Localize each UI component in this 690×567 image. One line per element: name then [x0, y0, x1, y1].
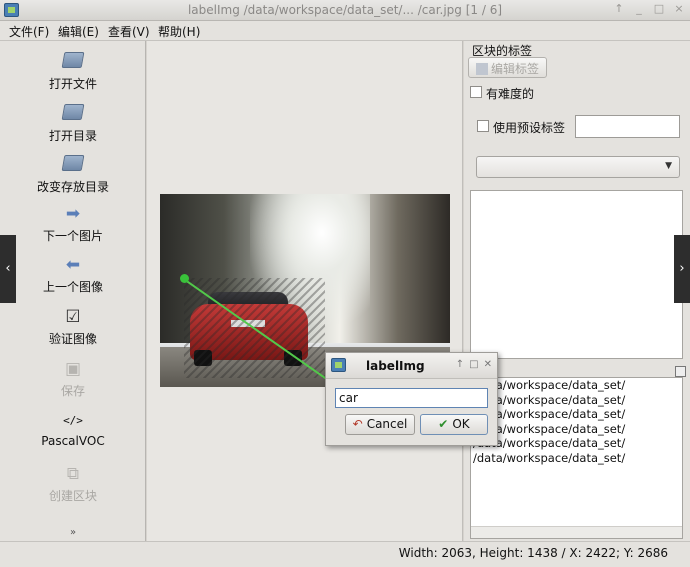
close-button[interactable]: ×: [672, 2, 686, 15]
dialog-ok-button[interactable]: ✔ OK: [420, 414, 488, 435]
open-file-icon: [61, 52, 85, 72]
open-dir-button[interactable]: 打开目录: [0, 102, 146, 144]
toolbar: 打开文件 打开目录 改变存放目录 ➡ 下一个图片 ⬅ 上一个图像 ☑ 验证图像 …: [0, 41, 146, 541]
file-list-item[interactable]: /data/workspace/data_set/: [471, 451, 682, 466]
file-list-item[interactable]: /data/workspace/data_set/: [471, 393, 682, 408]
difficult-checkbox[interactable]: [470, 86, 482, 98]
next-image-button[interactable]: ➡ 下一个图片: [0, 204, 146, 244]
label-combobox[interactable]: ▼: [476, 156, 680, 178]
create-box-label: 创建区块: [48, 489, 97, 503]
dialog-cancel-button[interactable]: ↶ Cancel: [345, 414, 415, 435]
menu-file[interactable]: 文件(F): [9, 23, 49, 40]
dialog-title-bar: labelImg ↑ □ ✕: [326, 353, 497, 379]
open-file-label: 打开文件: [48, 77, 97, 91]
right-nav-arrow[interactable]: ›: [674, 235, 690, 303]
label-list[interactable]: [470, 190, 683, 359]
format-pascalvoc-button[interactable]: </> PascalVOC: [0, 411, 146, 448]
maximize-button[interactable]: □: [652, 2, 666, 15]
save-button[interactable]: ▣ 保存: [0, 359, 146, 399]
status-bar: Width: 2063, Height: 1438 / X: 2422; Y: …: [0, 541, 690, 567]
cancel-icon: ↶: [352, 417, 363, 431]
dialog-keep-above-icon[interactable]: ↑: [456, 359, 464, 370]
chevron-down-icon: ▼: [665, 161, 672, 171]
create-box-button[interactable]: ⧉ 创建区块: [0, 464, 146, 504]
verify-image-button[interactable]: ☑ 验证图像: [0, 307, 146, 347]
file-list[interactable]: /data/workspace/data_set/ /data/workspac…: [470, 377, 683, 539]
menu-bar: 文件(F) 编辑(E) 查看(V) 帮助(H): [0, 21, 690, 41]
file-list-item[interactable]: /data/workspace/data_set/: [471, 436, 682, 451]
check-icon: ✔: [438, 417, 449, 431]
use-default-label-text: 使用预设标签: [493, 121, 566, 135]
create-box-icon: ⧉: [66, 464, 80, 484]
verify-image-label: 验证图像: [48, 332, 97, 346]
file-list-item[interactable]: /data/workspace/data_set/: [471, 422, 682, 437]
file-list-item[interactable]: /data/workspace/data_set/: [471, 378, 682, 393]
image-canvas[interactable]: [147, 41, 463, 541]
open-dir-label: 打开目录: [48, 129, 97, 143]
minimize-button[interactable]: _: [632, 2, 646, 15]
dialog-maximize-icon[interactable]: □: [469, 359, 478, 370]
dialog-label-input[interactable]: car: [335, 388, 488, 408]
dialog-close-icon[interactable]: ✕: [484, 359, 492, 370]
format-label: PascalVOC: [41, 434, 105, 448]
prev-image-button[interactable]: ⬅ 上一个图像: [0, 255, 146, 295]
menu-view[interactable]: 查看(V): [108, 23, 150, 40]
prev-image-label: 上一个图像: [42, 280, 103, 294]
change-save-dir-label: 改变存放目录: [36, 180, 109, 194]
next-image-icon: ➡: [65, 204, 81, 224]
prev-image-icon: ⬅: [65, 255, 81, 275]
open-file-button[interactable]: 打开文件: [0, 50, 146, 92]
menu-edit[interactable]: 编辑(E): [58, 23, 99, 40]
format-icon: </>: [63, 414, 83, 427]
image-size-coordinates: Width: 2063, Height: 1438 / X: 2422; Y: …: [398, 546, 668, 560]
edit-label-icon: [475, 63, 488, 75]
right-panel: 区块的标签 编辑标签 有难度的 使用预设标签 ▼ 列表 /data/worksp…: [464, 41, 690, 541]
box-corner-point[interactable]: [180, 274, 189, 283]
label-dialog: labelImg ↑ □ ✕ car ↶ Cancel ✔ OK: [325, 352, 498, 446]
toolbar-more-icon[interactable]: »: [0, 527, 146, 538]
keep-above-button[interactable]: ↑: [612, 2, 626, 15]
edit-label-button[interactable]: 编辑标签: [468, 57, 547, 78]
left-nav-arrow[interactable]: ‹: [0, 235, 16, 303]
default-label-input[interactable]: [575, 115, 680, 138]
window-title: labelImg /data/workspace/data_set/... /c…: [187, 3, 503, 17]
save-icon: ▣: [64, 359, 82, 379]
file-list-item[interactable]: /data/workspace/data_set/: [471, 407, 682, 422]
change-save-dir-icon: [61, 155, 85, 175]
open-dir-icon: [61, 104, 85, 124]
horizontal-scrollbar[interactable]: [471, 526, 682, 538]
difficult-label: 有难度的: [486, 87, 535, 101]
menu-help[interactable]: 帮助(H): [158, 23, 200, 40]
title-bar: labelImg /data/workspace/data_set/... /c…: [0, 0, 690, 21]
dialog-title: labelImg: [366, 359, 425, 373]
change-save-dir-button[interactable]: 改变存放目录: [0, 153, 146, 195]
undock-icon[interactable]: [675, 366, 686, 377]
verify-image-icon: ☑: [65, 307, 81, 327]
save-label: 保存: [60, 384, 85, 398]
use-default-label-checkbox[interactable]: [477, 120, 489, 132]
next-image-label: 下一个图片: [42, 229, 103, 243]
dialog-app-icon: [331, 358, 346, 372]
